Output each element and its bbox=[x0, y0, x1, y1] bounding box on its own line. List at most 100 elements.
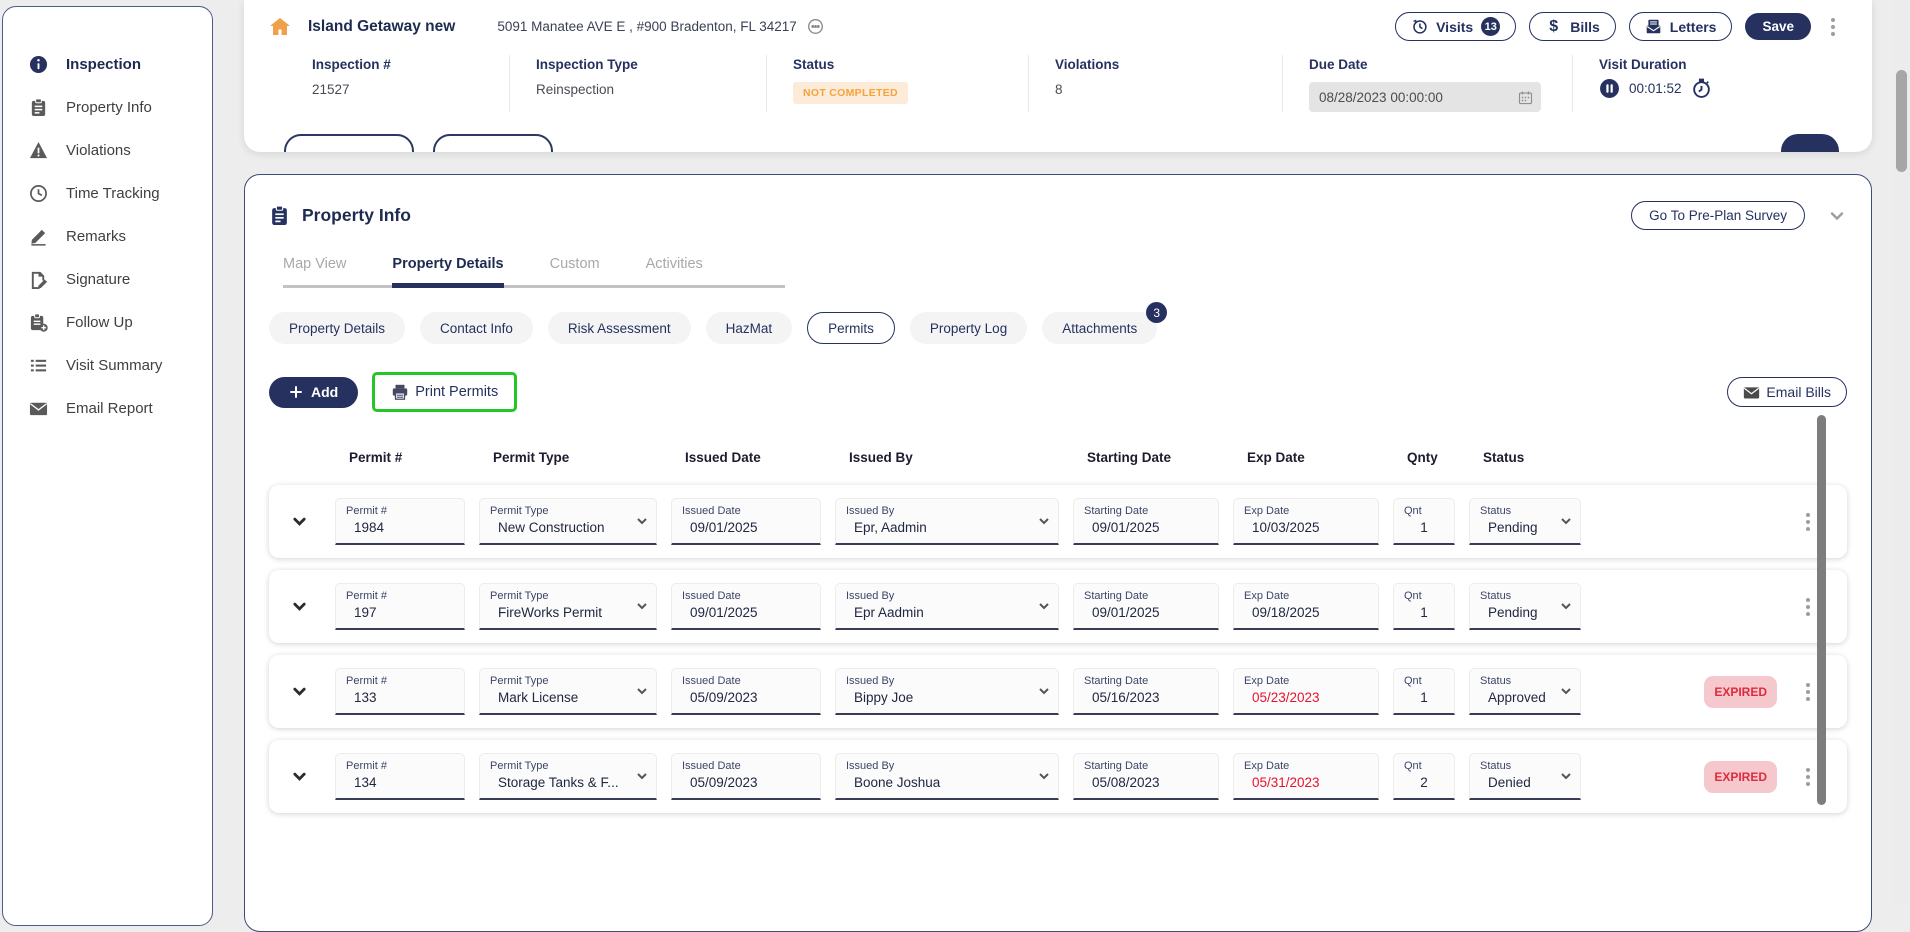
sidebar-item-remarks[interactable]: Remarks bbox=[3, 215, 212, 258]
exp-date-field[interactable]: Exp Date 05/23/2023 bbox=[1233, 668, 1379, 715]
more-options-icon[interactable] bbox=[1824, 18, 1842, 36]
pause-icon[interactable] bbox=[1599, 78, 1620, 99]
issued-by-select[interactable]: Issued By Bippy Joe bbox=[835, 668, 1059, 715]
property-info-tabs: Map View Property Details Custom Activit… bbox=[283, 256, 785, 288]
dollar-icon: $ bbox=[1545, 18, 1562, 35]
status-select[interactable]: Status Approved bbox=[1469, 668, 1581, 715]
issued-by-select[interactable]: Issued By Epr Aadmin bbox=[835, 583, 1059, 630]
sidebar-item-time-tracking[interactable]: Time Tracking bbox=[3, 172, 212, 215]
address-info-icon[interactable] bbox=[807, 18, 824, 35]
inspection-number-value: 21527 bbox=[312, 82, 509, 97]
row-expand-icon[interactable] bbox=[277, 599, 321, 614]
row-more-options-icon[interactable] bbox=[1799, 513, 1817, 531]
chip-risk-assessment[interactable]: Risk Assessment bbox=[548, 312, 691, 344]
sidebar-item-label: Violations bbox=[66, 142, 131, 159]
tab-custom[interactable]: Custom bbox=[550, 256, 600, 285]
col-status: Status bbox=[1469, 450, 1581, 465]
status-select[interactable]: Status Denied bbox=[1469, 753, 1581, 800]
permit-type-select[interactable]: Permit Type Mark License bbox=[479, 668, 657, 715]
sidebar-item-violations[interactable]: Violations bbox=[3, 129, 212, 172]
sidebar-item-property-info[interactable]: Property Info bbox=[3, 86, 212, 129]
list-icon bbox=[29, 356, 48, 375]
page-scrollbar-track[interactable] bbox=[1893, 0, 1910, 903]
chip-property-log[interactable]: Property Log bbox=[910, 312, 1027, 344]
chip-property-details[interactable]: Property Details bbox=[269, 312, 405, 344]
starting-date-field[interactable]: Starting Date 09/01/2025 bbox=[1073, 583, 1219, 630]
qnt-field[interactable]: Qnt 1 bbox=[1393, 668, 1455, 715]
sidebar-item-signature[interactable]: Signature bbox=[3, 258, 212, 301]
permit-no-field[interactable]: Permit # 133 bbox=[335, 668, 465, 715]
sidebar-item-follow-up[interactable]: Follow Up bbox=[3, 301, 212, 344]
status-select[interactable]: Status Pending bbox=[1469, 583, 1581, 630]
issued-date-field[interactable]: Issued Date 05/09/2023 bbox=[671, 668, 821, 715]
qnt-field[interactable]: Qnt 1 bbox=[1393, 498, 1455, 545]
go-to-preplan-button[interactable]: Go To Pre-Plan Survey bbox=[1631, 201, 1805, 230]
save-button[interactable]: Save bbox=[1745, 13, 1811, 40]
status-select[interactable]: Status Pending bbox=[1469, 498, 1581, 545]
tab-activities[interactable]: Activities bbox=[646, 256, 703, 285]
permit-no-field[interactable]: Permit # 134 bbox=[335, 753, 465, 800]
qnt-field[interactable]: Qnt 1 bbox=[1393, 583, 1455, 630]
inspection-info-bar: Inspection # 21527 Inspection Type Reins… bbox=[244, 55, 1872, 112]
chip-attachments[interactable]: Attachments 3 bbox=[1042, 312, 1157, 344]
sidebar-item-visit-summary[interactable]: Visit Summary bbox=[3, 344, 212, 387]
issued-date-field[interactable]: Issued Date 09/01/2025 bbox=[671, 498, 821, 545]
chevron-down-icon[interactable] bbox=[1827, 206, 1847, 226]
letters-button[interactable]: Letters bbox=[1629, 12, 1733, 41]
issued-by-select[interactable]: Issued By Epr, Aadmin bbox=[835, 498, 1059, 545]
row-expand-icon[interactable] bbox=[277, 769, 321, 784]
chevron-down-icon bbox=[1559, 514, 1573, 528]
property-name: Island Getaway new bbox=[308, 18, 455, 36]
visits-button[interactable]: Visits 13 bbox=[1395, 12, 1516, 41]
starting-date-field[interactable]: Starting Date 09/01/2025 bbox=[1073, 498, 1219, 545]
email-bills-button[interactable]: Email Bills bbox=[1727, 377, 1847, 407]
add-button[interactable]: Add bbox=[269, 377, 358, 408]
print-permits-button[interactable]: Print Permits bbox=[377, 377, 512, 407]
table-scrollbar-thumb[interactable] bbox=[1817, 415, 1826, 805]
chevron-down-icon bbox=[635, 599, 649, 613]
inspection-number-label: Inspection # bbox=[312, 57, 509, 72]
page-scrollbar-thumb[interactable] bbox=[1896, 70, 1907, 172]
violations-label: Violations bbox=[1055, 57, 1282, 72]
permit-type-select[interactable]: Permit Type New Construction bbox=[479, 498, 657, 545]
chip-hazmat[interactable]: HazMat bbox=[706, 312, 793, 344]
col-qnty: Qnty bbox=[1393, 450, 1455, 465]
calendar-icon bbox=[1518, 90, 1533, 105]
chip-contact-info[interactable]: Contact Info bbox=[420, 312, 533, 344]
sidebar-item-email-report[interactable]: Email Report bbox=[3, 387, 212, 430]
col-issued-by: Issued By bbox=[835, 450, 1059, 465]
tab-map-view[interactable]: Map View bbox=[283, 256, 346, 285]
tab-property-details[interactable]: Property Details bbox=[392, 256, 503, 288]
sidebar-item-label: Time Tracking bbox=[66, 185, 160, 202]
row-expand-icon[interactable] bbox=[277, 514, 321, 529]
row-expand-icon[interactable] bbox=[277, 684, 321, 699]
permit-type-select[interactable]: Permit Type FireWorks Permit bbox=[479, 583, 657, 630]
row-more-options-icon[interactable] bbox=[1799, 683, 1817, 701]
row-more-options-icon[interactable] bbox=[1799, 768, 1817, 786]
exp-date-field[interactable]: Exp Date 10/03/2025 bbox=[1233, 498, 1379, 545]
col-starting-date: Starting Date bbox=[1073, 450, 1219, 465]
qnt-field[interactable]: Qnt 2 bbox=[1393, 753, 1455, 800]
sidebar-item-label: Inspection bbox=[66, 56, 141, 73]
attachments-badge: 3 bbox=[1146, 302, 1167, 323]
permit-no-field[interactable]: Permit # 197 bbox=[335, 583, 465, 630]
issued-date-field[interactable]: Issued Date 09/01/2025 bbox=[671, 583, 821, 630]
issued-by-select[interactable]: Issued By Boone Joshua bbox=[835, 753, 1059, 800]
row-more-options-icon[interactable] bbox=[1799, 598, 1817, 616]
sidebar-item-inspection[interactable]: Inspection bbox=[3, 43, 212, 86]
stopwatch-icon[interactable] bbox=[1691, 78, 1712, 99]
permit-row: Permit # 197 Permit Type FireWorks Permi… bbox=[269, 570, 1847, 643]
bills-button[interactable]: $ Bills bbox=[1529, 12, 1616, 41]
chip-permits[interactable]: Permits bbox=[807, 312, 895, 344]
permit-no-field[interactable]: Permit # 1984 bbox=[335, 498, 465, 545]
exp-date-field[interactable]: Exp Date 05/31/2023 bbox=[1233, 753, 1379, 800]
starting-date-field[interactable]: Starting Date 05/08/2023 bbox=[1073, 753, 1219, 800]
sidebar-item-label: Follow Up bbox=[66, 314, 133, 331]
permits-rows: Permit # 1984 Permit Type New Constructi… bbox=[269, 485, 1847, 813]
issued-date-field[interactable]: Issued Date 05/09/2023 bbox=[671, 753, 821, 800]
starting-date-field[interactable]: Starting Date 05/16/2023 bbox=[1073, 668, 1219, 715]
exp-date-field[interactable]: Exp Date 09/18/2025 bbox=[1233, 583, 1379, 630]
due-date-input[interactable]: 08/28/2023 00:00:00 bbox=[1309, 82, 1541, 112]
due-date-value: 08/28/2023 00:00:00 bbox=[1319, 90, 1443, 105]
permit-type-select[interactable]: Permit Type Storage Tanks & F... bbox=[479, 753, 657, 800]
